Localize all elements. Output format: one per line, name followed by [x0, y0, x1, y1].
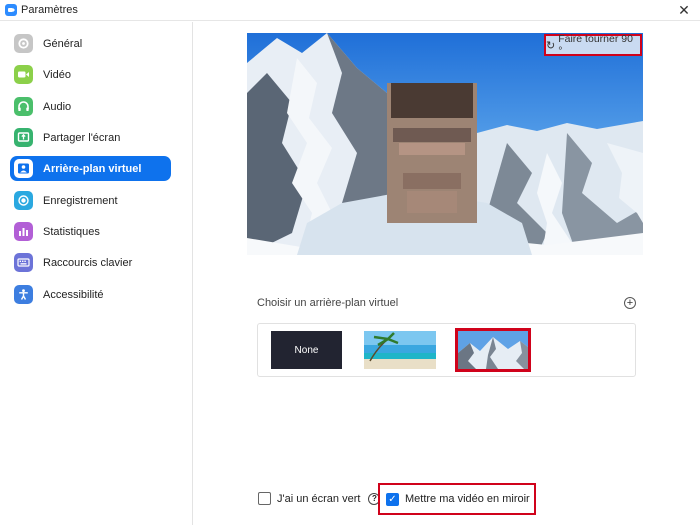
sidebar-item-label: Vidéo: [43, 68, 71, 81]
background-thumb-none[interactable]: None: [271, 331, 342, 369]
sidebar-item-label: Statistiques: [43, 225, 100, 238]
sidebar-item-label: Enregistrement: [43, 194, 118, 207]
headphones-icon: [14, 97, 33, 116]
gear-icon: [14, 34, 33, 53]
sidebar-item-label: Général: [43, 37, 83, 50]
sidebar-item-general[interactable]: Général: [10, 31, 171, 56]
title-bar: Paramètres ✕: [0, 0, 700, 21]
share-screen-icon: [14, 128, 33, 147]
mirror-video-option: ✓ Mettre ma vidéo en miroir: [378, 483, 536, 515]
mountain-thumbnail-image: [458, 331, 528, 369]
green-screen-label: J'ai un écran vert: [277, 492, 361, 505]
choose-background-label: Choisir un arrière-plan virtuel: [257, 297, 399, 309]
background-thumbnails-panel: None: [257, 323, 636, 377]
background-none-label: None: [294, 344, 319, 356]
background-thumb-beach[interactable]: [364, 331, 436, 369]
person-background-icon: [14, 159, 33, 178]
window-title: Paramètres: [21, 4, 78, 16]
sidebar-item-virtual-background[interactable]: Arrière-plan virtuel: [10, 156, 171, 181]
green-screen-option: J'ai un écran vert ?: [258, 492, 381, 505]
sidebar-item-share-screen[interactable]: Partager l'écran: [10, 125, 171, 150]
sidebar-item-video[interactable]: Vidéo: [10, 62, 171, 87]
background-thumb-mountain[interactable]: [455, 328, 531, 372]
mirror-video-label: Mettre ma vidéo en miroir: [405, 493, 530, 505]
beach-thumbnail-image: [364, 331, 436, 369]
sidebar-item-accessibility[interactable]: Accessibilité: [10, 282, 171, 307]
sidebar-item-label: Accessibilité: [43, 288, 104, 301]
green-screen-checkbox[interactable]: [258, 492, 271, 505]
settings-sidebar: Général Vidéo Audio Partager l'écran Arr…: [0, 22, 193, 525]
bar-chart-icon: [14, 222, 33, 241]
mountain-background-image: [247, 33, 643, 255]
keyboard-icon: [14, 253, 33, 272]
sidebar-item-audio[interactable]: Audio: [10, 94, 171, 119]
sidebar-item-label: Audio: [43, 100, 72, 113]
add-background-button[interactable]: +: [624, 297, 636, 309]
sidebar-item-statistics[interactable]: Statistiques: [10, 219, 171, 244]
accessibility-icon: [14, 285, 33, 304]
sidebar-item-label: Partager l'écran: [43, 131, 121, 144]
video-preview: [247, 33, 643, 255]
sidebar-item-keyboard-shortcuts[interactable]: Raccourcis clavier: [10, 250, 171, 275]
mirror-video-checkbox[interactable]: ✓: [386, 492, 399, 506]
sidebar-item-label: Arrière-plan virtuel: [43, 162, 142, 175]
close-button[interactable]: ✕: [676, 2, 692, 18]
rotate-icon: ↻: [546, 39, 556, 52]
sidebar-item-label: Raccourcis clavier: [43, 256, 133, 269]
record-icon: [14, 191, 33, 210]
video-camera-icon: [14, 65, 33, 84]
rotate-90-button[interactable]: ↻ Faire tourner 90 °: [544, 33, 642, 57]
zoom-app-icon: [5, 4, 17, 16]
sidebar-item-recording[interactable]: Enregistrement: [10, 188, 171, 213]
rotate-label: Faire tourner 90 °: [558, 33, 633, 57]
